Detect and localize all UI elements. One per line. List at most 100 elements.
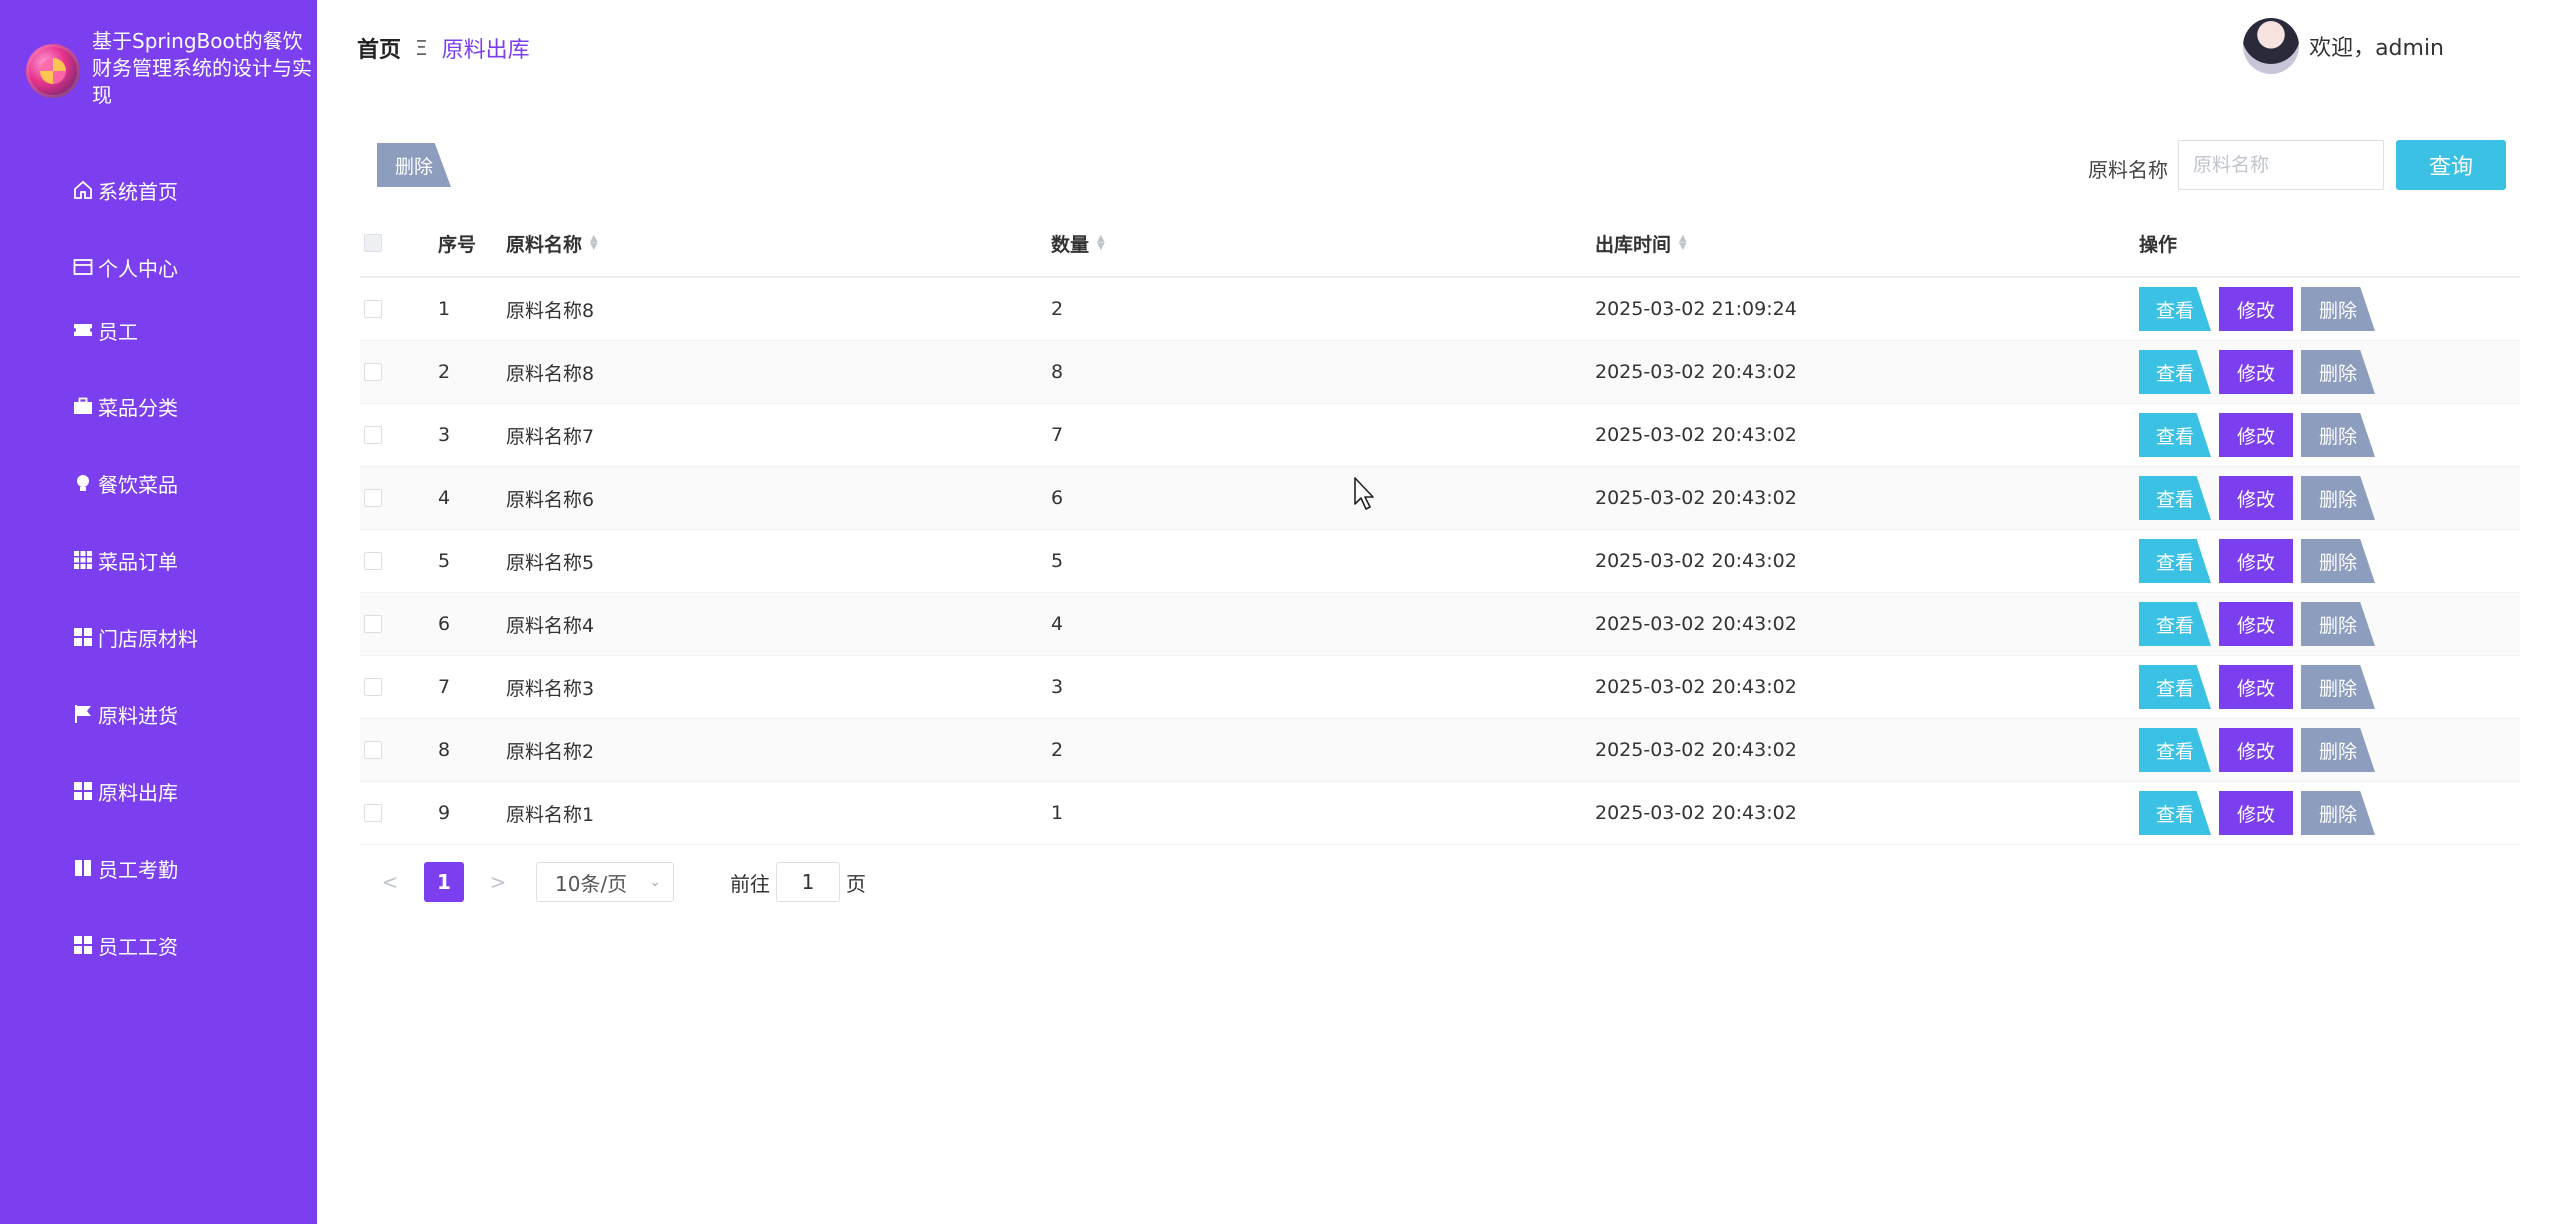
delete-button[interactable]: 删除 [2301, 791, 2375, 835]
cell-index: 4 [438, 487, 451, 509]
edit-button[interactable]: 修改 [2219, 476, 2293, 520]
view-button[interactable]: 查看 [2139, 665, 2211, 709]
cell-name: 原料名称8 [506, 299, 595, 322]
sidebar-item-home[interactable]: 系统首页 [72, 170, 178, 210]
row-checkbox[interactable] [364, 804, 382, 822]
view-button[interactable]: 查看 [2139, 728, 2211, 772]
cell-actions: 查看 修改 删除 [2139, 782, 2383, 844]
cell-quantity: 2 [1051, 298, 1064, 320]
prev-page-button[interactable]: < [380, 870, 400, 894]
sidebar-item-attendance[interactable]: 员工考勤 [72, 848, 178, 888]
edit-button[interactable]: 修改 [2219, 602, 2293, 646]
cell-name: 原料名称5 [506, 551, 595, 574]
delete-button[interactable]: 删除 [2301, 602, 2375, 646]
cell-time: 2025-03-02 20:43:02 [1595, 361, 1797, 383]
sidebar-item-label: 原料出库 [98, 780, 178, 805]
sidebar-item-material-purchase[interactable]: 原料进货 [72, 694, 178, 734]
delete-button[interactable]: 删除 [2301, 665, 2375, 709]
page-size-value: 10条/页 [555, 871, 628, 896]
column-header-time[interactable]: 出库时间 ▲ ▼ [1595, 210, 1687, 276]
delete-button[interactable]: 删除 [2301, 476, 2375, 520]
view-button[interactable]: 查看 [2139, 476, 2211, 520]
row-checkbox[interactable] [364, 552, 382, 570]
edit-button[interactable]: 修改 [2219, 413, 2293, 457]
sort-caret-icon[interactable]: ▲ ▼ [590, 234, 598, 252]
grid4-icon [72, 780, 94, 802]
sidebar-item-profile[interactable]: 个人中心 [72, 247, 178, 287]
row-checkbox[interactable] [364, 489, 382, 507]
row-checkbox[interactable] [364, 615, 382, 633]
delete-button[interactable]: 删除 [2301, 413, 2375, 457]
cell-actions: 查看 修改 删除 [2139, 341, 2383, 403]
view-button[interactable]: 查看 [2139, 539, 2211, 583]
edit-button[interactable]: 修改 [2219, 350, 2293, 394]
goto-page-input[interactable] [776, 862, 840, 902]
cell-name: 原料名称7 [506, 425, 595, 448]
view-button[interactable]: 查看 [2139, 287, 2211, 331]
sort-caret-icon[interactable]: ▲ ▼ [1097, 234, 1105, 252]
view-button[interactable]: 查看 [2139, 602, 2211, 646]
row-select-cell [364, 719, 382, 781]
query-button[interactable]: 查询 [2396, 140, 2506, 190]
flag-icon [72, 703, 94, 725]
search-label: 原料名称 [2088, 158, 2168, 182]
sidebar-item-dish-orders[interactable]: 菜品订单 [72, 540, 178, 580]
welcome-text: 欢迎，admin [2309, 36, 2444, 61]
edit-button[interactable]: 修改 [2219, 791, 2293, 835]
edit-button[interactable]: 修改 [2219, 728, 2293, 772]
row-checkbox[interactable] [364, 300, 382, 318]
row-select-cell [364, 467, 382, 529]
chevron-down-icon: ⌄ [649, 874, 661, 890]
column-header-name[interactable]: 原料名称 ▲ ▼ [506, 210, 598, 276]
bulb-icon [72, 472, 94, 494]
next-page-button[interactable]: > [488, 870, 508, 894]
card-icon [72, 256, 94, 278]
sidebar-item-store-materials[interactable]: 门店原材料 [72, 617, 198, 657]
bulk-delete-button[interactable]: 删除 [377, 143, 451, 187]
sidebar-item-label: 员工工资 [98, 934, 178, 959]
cell-actions: 查看 修改 删除 [2139, 656, 2383, 718]
sidebar-item-employee[interactable]: 员工 [72, 310, 138, 350]
table-row: 5 原料名称5 5 2025-03-02 20:43:02 查看 修改 删除 [360, 530, 2520, 593]
briefcase-icon [72, 395, 94, 417]
user-menu[interactable]: 欢迎，admin [2243, 18, 2444, 74]
delete-button[interactable]: 删除 [2301, 539, 2375, 583]
cell-name: 原料名称1 [506, 803, 595, 826]
table-row: 4 原料名称6 6 2025-03-02 20:43:02 查看 修改 删除 [360, 467, 2520, 530]
edit-button[interactable]: 修改 [2219, 665, 2293, 709]
select-all-checkbox[interactable] [364, 234, 382, 252]
view-button[interactable]: 查看 [2139, 791, 2211, 835]
delete-button[interactable]: 删除 [2301, 287, 2375, 331]
goto-suffix: 页 [846, 871, 866, 896]
app-root: 基于SpringBoot的餐饮财务管理系统的设计与实现 系统首页 个人中心 员工 [0, 0, 2560, 1224]
breadcrumb-home[interactable]: 首页 [357, 32, 401, 64]
table-row: 6 原料名称4 4 2025-03-02 20:43:02 查看 修改 删除 [360, 593, 2520, 656]
edit-button[interactable]: 修改 [2219, 287, 2293, 331]
sidebar-item-dishes[interactable]: 餐饮菜品 [72, 463, 178, 503]
column-header-quantity[interactable]: 数量 ▲ ▼ [1051, 210, 1105, 276]
sort-caret-icon[interactable]: ▲ ▼ [1679, 234, 1687, 252]
row-checkbox[interactable] [364, 363, 382, 381]
sidebar-item-salary[interactable]: 员工工资 [72, 925, 178, 965]
row-checkbox[interactable] [364, 678, 382, 696]
cell-quantity: 7 [1051, 424, 1064, 446]
sidebar-item-dish-category[interactable]: 菜品分类 [72, 386, 178, 426]
row-select-cell [364, 593, 382, 655]
delete-button[interactable]: 删除 [2301, 350, 2375, 394]
sidebar-item-material-outbound[interactable]: 原料出库 [72, 771, 178, 811]
avatar[interactable] [2243, 18, 2300, 74]
mouse-pointer-icon [1354, 477, 1374, 510]
page-size-select[interactable]: 10条/页 ⌄ [536, 862, 674, 902]
search-input[interactable] [2178, 140, 2384, 190]
row-select-cell [364, 404, 382, 466]
cell-time: 2025-03-02 20:43:02 [1595, 424, 1797, 446]
view-button[interactable]: 查看 [2139, 413, 2211, 457]
row-checkbox[interactable] [364, 426, 382, 444]
edit-button[interactable]: 修改 [2219, 539, 2293, 583]
cell-quantity: 8 [1051, 361, 1064, 383]
delete-button[interactable]: 删除 [2301, 728, 2375, 772]
cell-time: 2025-03-02 21:09:24 [1595, 298, 1797, 320]
row-checkbox[interactable] [364, 741, 382, 759]
page-number-current[interactable]: 1 [424, 862, 464, 902]
view-button[interactable]: 查看 [2139, 350, 2211, 394]
